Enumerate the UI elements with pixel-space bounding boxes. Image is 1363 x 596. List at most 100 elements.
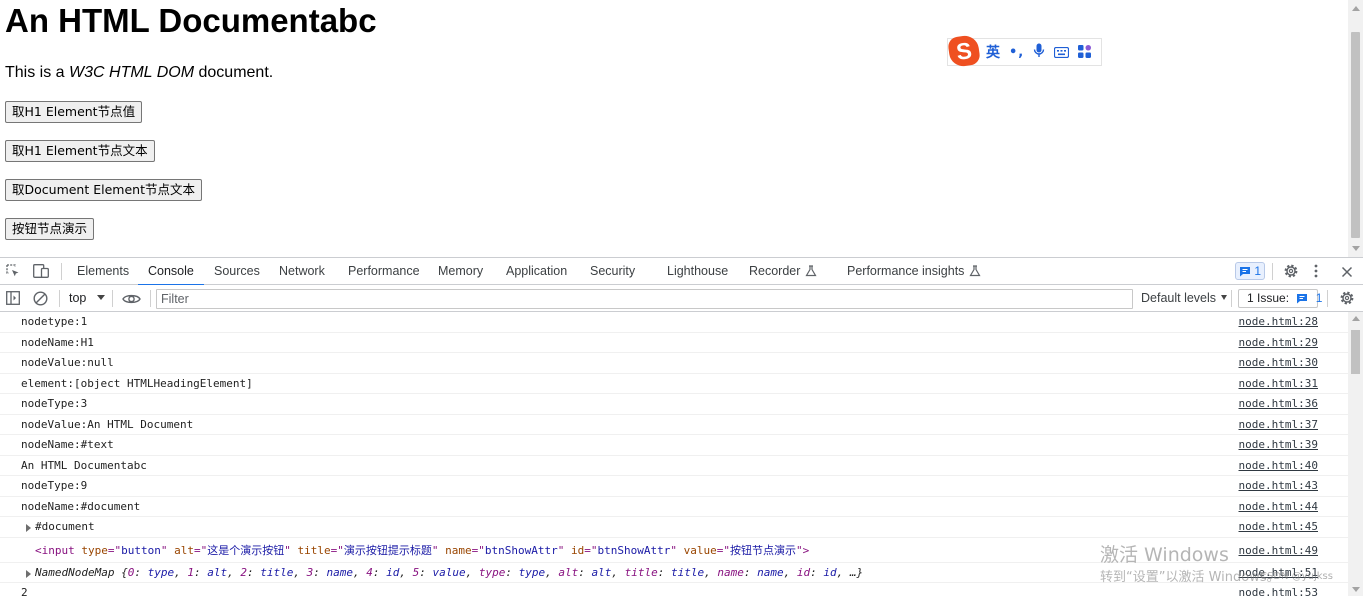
tab-security[interactable]: Security (590, 258, 635, 285)
console-message-expandable[interactable]: NamedNodeMap {0: type, 1: alt, 2: title,… (0, 563, 1348, 583)
console-message-text: NamedNodeMap {0: type, 1: alt, 2: title,… (35, 565, 864, 579)
node-attr-name: type (81, 543, 108, 557)
tab-performance[interactable]: Performance (348, 258, 420, 285)
console-message-text: nodetype:1 (21, 315, 88, 328)
console-message: nodeName:H1 node.html:29 (0, 333, 1348, 353)
console-message-text: nodeType:3 (21, 397, 88, 410)
log-levels-dropdown[interactable]: Default levels (1141, 285, 1228, 312)
keyboard-icon[interactable] (1054, 43, 1070, 62)
source-link[interactable]: node.html:28 (1239, 312, 1318, 332)
tab-performance-insights[interactable]: Performance insights (847, 258, 981, 285)
source-link[interactable]: node.html:36 (1239, 394, 1318, 414)
apps-grid-icon[interactable] (1078, 43, 1092, 62)
source-link[interactable]: node.html:30 (1239, 353, 1318, 373)
tab-network[interactable]: Network (279, 258, 325, 285)
node-attr-value: 这是个演示按钮 (207, 543, 285, 557)
tab-elements[interactable]: Elements (77, 258, 129, 285)
inspect-element-icon[interactable] (6, 264, 20, 283)
ime-logo-icon[interactable]: S (947, 34, 981, 68)
source-link[interactable]: node.html:49 (1239, 538, 1318, 563)
tab-memory[interactable]: Memory (438, 258, 483, 285)
page-paragraph: This is a W3C HTML DOM document. (5, 63, 273, 83)
source-link[interactable]: node.html:31 (1239, 374, 1318, 394)
console-message-text: element:[object HTMLHeadingElement] (21, 376, 253, 390)
console-message-text: nodeType:9 (21, 479, 88, 492)
console-message-text: nodeValue:null (21, 356, 114, 369)
tab-sources[interactable]: Sources (214, 258, 260, 285)
credit-watermark: CSDN @yujkss (1260, 571, 1333, 582)
tab-recorder[interactable]: Recorder (749, 258, 817, 285)
source-link[interactable]: node.html:29 (1239, 333, 1318, 353)
paragraph-text-after: document. (194, 64, 274, 81)
scroll-down-icon[interactable] (1352, 587, 1360, 592)
node-attr-value: btnShowAttr (484, 543, 558, 557)
experimental-flask-icon (969, 260, 981, 287)
console-settings-gear-icon[interactable] (1339, 290, 1355, 311)
sidebar-toggle-icon[interactable] (6, 291, 20, 310)
console-message: element:[object HTMLHeadingElement] node.… (0, 374, 1348, 394)
tab-lighthouse[interactable]: Lighthouse (667, 258, 728, 285)
close-icon[interactable] (1341, 265, 1353, 283)
source-link[interactable]: node.html:40 (1239, 456, 1318, 476)
get-document-text-button[interactable]: 取Document Element节点文本 (5, 179, 202, 201)
source-link[interactable]: node.html:53 (1239, 583, 1318, 596)
button-node-demo-button[interactable]: 按钮节点演示 (5, 218, 95, 240)
tab-separator (1272, 263, 1273, 280)
console-message-expandable[interactable]: #document node.html:45 (0, 517, 1348, 538)
console-filter-input[interactable] (156, 289, 1133, 309)
node-attr-name: name (445, 543, 472, 557)
scroll-down-icon[interactable] (1352, 246, 1360, 251)
console-messages: nodetype:1 node.html:28 nodeName:H1 node.h… (0, 312, 1348, 596)
page-viewport: An HTML Documentabc This is a W3C HTML D… (0, 0, 1363, 257)
source-link[interactable]: node.html:37 (1239, 415, 1318, 435)
toolbar-separator (1231, 290, 1232, 307)
toolbar-separator (150, 290, 151, 307)
console-message-text: nodeName:#document (21, 499, 141, 513)
ime-toolbar[interactable]: S 英 •, (947, 34, 1102, 68)
tab-application[interactable]: Application (506, 258, 567, 285)
more-options-icon[interactable] (1313, 264, 1319, 283)
expand-triangle-icon[interactable] (26, 524, 31, 532)
settings-gear-icon[interactable] (1283, 263, 1299, 284)
scroll-up-icon[interactable] (1352, 6, 1360, 11)
source-link[interactable]: node.html:45 (1239, 517, 1318, 537)
issues-button[interactable]: 1 Issue: 1 (1238, 289, 1322, 308)
clear-console-icon[interactable] (33, 291, 48, 311)
page-heading: An HTML Documentabc (5, 2, 377, 39)
console-toolbar: top Default levels 1 Issue: 1 (0, 285, 1363, 312)
microphone-icon[interactable] (1033, 43, 1045, 62)
get-h1-value-button[interactable]: 取H1 Element节点值 (5, 101, 143, 123)
console-message: nodeValue:null node.html:30 (0, 353, 1348, 374)
scrollbar-thumb[interactable] (1351, 32, 1360, 238)
ime-mode-toggle[interactable]: 英 (986, 42, 1000, 62)
node-attr-value: 演示按钮提示标题 (343, 543, 432, 557)
device-toolbar-icon[interactable] (33, 264, 49, 283)
source-link[interactable]: node.html:43 (1239, 476, 1318, 496)
console-message-text: 2 (21, 586, 28, 596)
scroll-up-icon[interactable] (1352, 316, 1360, 321)
source-link[interactable]: node.html:44 (1239, 497, 1318, 517)
node-attr-name: value (683, 543, 717, 557)
console-scrollbar[interactable] (1348, 312, 1363, 596)
console-message: nodeType:3 node.html:36 (0, 394, 1348, 415)
get-h1-text-button[interactable]: 取H1 Element节点文本 (5, 140, 155, 162)
issues-badge[interactable]: 1 (1235, 262, 1265, 280)
toolbar-separator (1327, 290, 1328, 307)
element-node-markup[interactable]: <input type="button" alt="这是个演示按钮" title… (35, 538, 809, 563)
console-message-text: nodeName:#text (21, 438, 114, 451)
tab-performance-insights-label: Performance insights (847, 264, 965, 278)
page-scrollbar[interactable] (1348, 0, 1363, 257)
chevron-down-icon (1221, 295, 1228, 300)
issues-button-count: 1 (1315, 291, 1323, 305)
scrollbar-thumb[interactable] (1351, 330, 1360, 374)
live-expression-eye-icon[interactable] (122, 292, 141, 310)
ime-punctuation-toggle[interactable]: •, (1009, 45, 1024, 60)
toolbar-separator (112, 290, 113, 307)
context-selector[interactable]: top (69, 285, 106, 312)
console-message: nodeName:#text node.html:39 (0, 435, 1348, 456)
console-message-element-node[interactable]: <input type="button" alt="这是个演示按钮" title… (0, 538, 1348, 563)
message-icon (1239, 265, 1251, 281)
source-link[interactable]: node.html:39 (1239, 435, 1318, 455)
tab-console[interactable]: Console (138, 258, 204, 286)
expand-triangle-icon[interactable] (26, 569, 31, 578)
